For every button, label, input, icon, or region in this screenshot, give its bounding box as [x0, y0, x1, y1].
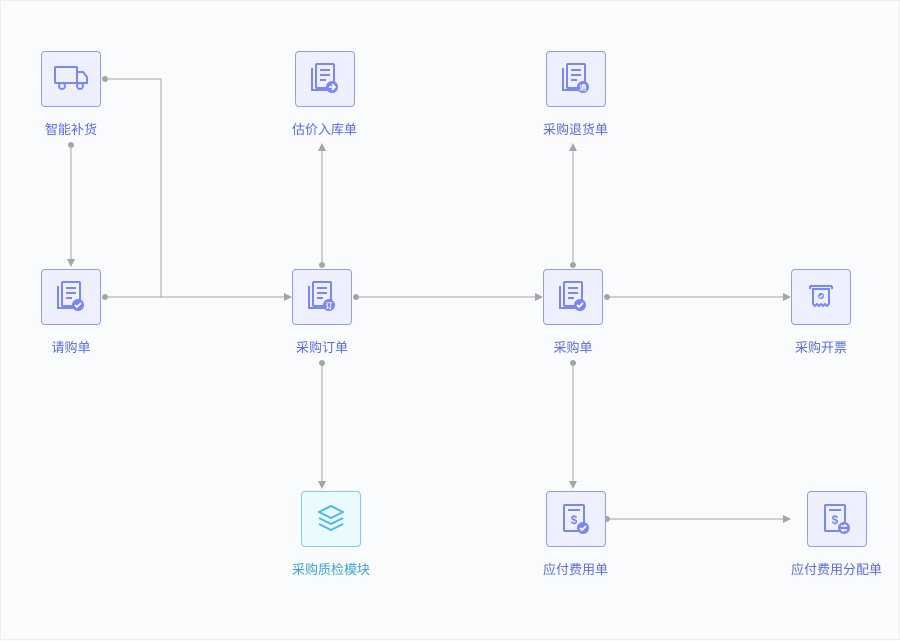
layers-icon: [301, 491, 361, 547]
node-payable-expense[interactable]: $ 应付费用单: [543, 491, 608, 578]
node-valuation-inbound[interactable]: 估价入库单: [292, 51, 357, 138]
document-return-icon: 退: [546, 51, 606, 107]
svg-text:$: $: [570, 513, 577, 527]
node-purchase-order[interactable]: 订 采购订单: [292, 269, 352, 356]
node-label: 采购单: [553, 337, 592, 356]
receipt-icon: [791, 269, 851, 325]
node-label: 采购开票: [795, 337, 847, 356]
node-purchase-request[interactable]: 请购单: [41, 269, 101, 356]
node-label: 估价入库单: [292, 119, 357, 138]
document-check-icon: [41, 269, 101, 325]
document-forward-icon: [295, 51, 355, 107]
document-order-icon: 订: [292, 269, 352, 325]
connection-layer: [1, 1, 900, 641]
node-label: 应付费用分配单: [791, 559, 882, 578]
document-check-icon: [543, 269, 603, 325]
node-expense-allocation[interactable]: $ 应付费用分配单: [791, 491, 882, 578]
node-purchase-bill[interactable]: 采购单: [543, 269, 603, 356]
node-label: 采购订单: [296, 337, 348, 356]
node-smart-replenish[interactable]: 智能补货: [41, 51, 101, 138]
svg-text:退: 退: [579, 83, 586, 92]
node-label: 采购质检模块: [292, 559, 370, 578]
node-purchase-invoice[interactable]: 采购开票: [791, 269, 851, 356]
node-label: 智能补货: [45, 119, 97, 138]
svg-text:$: $: [831, 513, 838, 527]
node-label: 请购单: [51, 337, 90, 356]
node-label: 采购退货单: [543, 119, 608, 138]
node-quality-module[interactable]: 采购质检模块: [292, 491, 370, 578]
svg-text:订: 订: [326, 301, 333, 310]
document-money-swap-icon: $: [807, 491, 867, 547]
node-purchase-return[interactable]: 退 采购退货单: [543, 51, 608, 138]
node-label: 应付费用单: [543, 559, 608, 578]
document-money-check-icon: $: [546, 491, 606, 547]
truck-icon: [41, 51, 101, 107]
